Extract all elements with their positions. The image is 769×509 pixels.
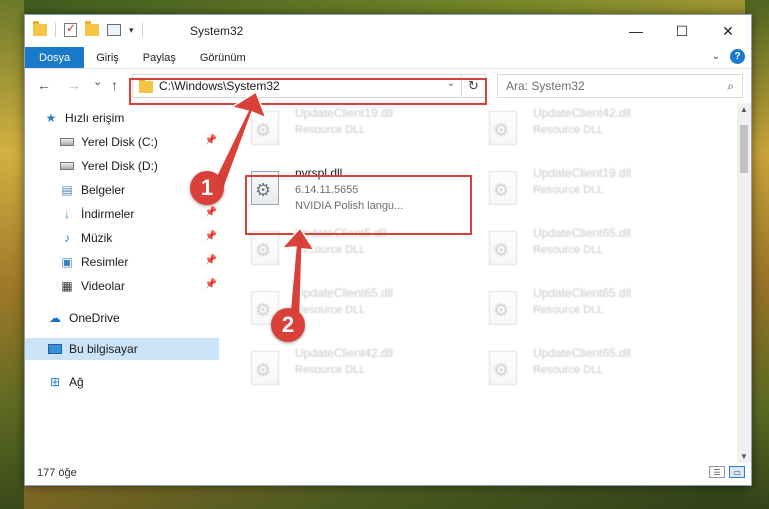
tab-view[interactable]: Görünüm: [188, 47, 258, 68]
pin-icon: 📌: [204, 231, 217, 242]
properties-check-icon[interactable]: [64, 21, 77, 37]
details-view-icon[interactable]: ☰: [709, 466, 725, 478]
sidebar-item-label: Belgeler: [81, 183, 126, 197]
pin-icon: 📌: [204, 207, 217, 218]
customize-toolbar-icon[interactable]: ▾: [129, 25, 134, 36]
sidebar-item-label: Resimler: [81, 255, 129, 269]
dll-file-icon: [489, 111, 519, 147]
file-item[interactable]: UpdateClient65.dll Resource DLL: [483, 223, 703, 279]
sidebar-item-disk-d[interactable]: Yerel Disk (D:): [59, 155, 219, 177]
sidebar-item-label: Yerel Disk (C:): [81, 135, 158, 149]
sidebar-item-videos[interactable]: ▦ Videolar 📌: [59, 275, 219, 297]
videos-icon: ▦: [61, 279, 73, 293]
search-icon[interactable]: ⌕: [727, 79, 734, 94]
sidebar-item-label: Videolar: [81, 279, 125, 293]
disk-icon: [59, 159, 75, 173]
window-title: System32: [190, 24, 244, 38]
title-bar: ▾ System32 — ☐ ✕: [25, 15, 751, 47]
folder-icon: [33, 21, 47, 36]
computer-icon: [47, 342, 63, 356]
pin-icon: 📌: [204, 279, 217, 290]
scroll-down-icon[interactable]: ▼: [740, 452, 748, 461]
help-icon[interactable]: ?: [730, 49, 745, 64]
expand-ribbon-icon[interactable]: ⌄: [712, 51, 720, 62]
search-input[interactable]: Ara: System32 ⌕: [497, 74, 743, 98]
sidebar-item-label: Yerel Disk (D:): [81, 159, 158, 173]
scroll-up-icon[interactable]: ▲: [740, 105, 748, 114]
pin-icon: 📌: [204, 255, 217, 266]
file-item[interactable]: UpdateClient42.dll Resource DLL: [483, 103, 703, 159]
dll-file-icon: [251, 231, 281, 267]
sidebar-item-label: İndirmeler: [81, 207, 135, 221]
up-arrow-icon[interactable]: ↑: [111, 77, 118, 93]
file-item[interactable]: UpdateClient42.dll Resource DLL: [245, 343, 465, 399]
sidebar-item-network[interactable]: ⊞ Ağ: [47, 371, 219, 393]
status-bar: 177 öğe ☰ ▭: [25, 461, 751, 485]
minimize-button[interactable]: —: [613, 15, 659, 47]
recent-locations-icon[interactable]: ⌄: [93, 75, 102, 88]
sidebar-item-quick-access[interactable]: ★ Hızlı erişim: [43, 107, 219, 129]
sidebar-item-label: Ağ: [69, 375, 84, 389]
network-icon: ⊞: [49, 375, 61, 389]
music-icon: ♪: [64, 231, 70, 245]
quick-access-toolbar: ▾: [33, 21, 143, 37]
tab-share[interactable]: Paylaş: [131, 47, 188, 68]
sidebar-item-label: Hızlı erişim: [65, 111, 125, 125]
file-item[interactable]: UpdateClient65.dll Resource DLL: [483, 283, 703, 339]
sidebar-item-disk-c[interactable]: Yerel Disk (C:) 📌: [59, 131, 219, 153]
navigation-pane: ★ Hızlı erişim Yerel Disk (C:) 📌 Yerel D…: [25, 103, 219, 463]
tab-home[interactable]: Giriş: [84, 47, 131, 68]
search-placeholder: Ara: System32: [506, 79, 585, 93]
sidebar-item-label: Bu bilgisayar: [69, 342, 138, 356]
vertical-scrollbar[interactable]: ▲ ▼: [737, 103, 751, 463]
back-arrow-icon[interactable]: ←: [37, 77, 51, 93]
disk-icon: [59, 135, 75, 149]
sidebar-item-this-pc[interactable]: Bu bilgisayar: [25, 338, 219, 360]
scrollbar-thumb[interactable]: [740, 125, 748, 173]
explorer-window: ▾ System32 — ☐ ✕ Dosya Giriş Paylaş Görü…: [24, 14, 752, 486]
dll-file-icon: [251, 111, 281, 147]
properties-icon[interactable]: [107, 24, 121, 36]
item-count: 177 öğe: [37, 467, 77, 479]
toolbar-divider: [55, 23, 56, 37]
maximize-button[interactable]: ☐: [659, 15, 705, 47]
sidebar-item-label: Müzik: [81, 231, 113, 245]
file-item[interactable]: UpdateClient19.dll Resource DLL: [245, 103, 465, 159]
file-list: UpdateClient19.dll Resource DLL UpdateCl…: [245, 103, 735, 463]
dll-file-icon: [489, 231, 519, 267]
sidebar-item-label: OneDrive: [69, 311, 120, 325]
file-highlight-box: [245, 175, 472, 235]
step-badge-2: 2: [271, 308, 305, 342]
sidebar-item-pictures[interactable]: ▣ Resimler 📌: [59, 251, 219, 273]
sidebar-item-onedrive[interactable]: ☁ OneDrive: [47, 307, 219, 329]
address-highlight-box: [129, 78, 487, 105]
new-folder-icon[interactable]: [85, 21, 99, 36]
sidebar-item-music[interactable]: ♪ Müzik 📌: [59, 227, 219, 249]
file-item[interactable]: UpdateClient19.dll Resource DLL: [483, 163, 703, 219]
ribbon-tabs: Dosya Giriş Paylaş Görünüm ⌄ ?: [25, 47, 751, 69]
dll-file-icon: [489, 351, 519, 387]
pin-icon: 📌: [204, 135, 217, 146]
pictures-icon: ▣: [61, 255, 73, 269]
downloads-icon: ↓: [64, 207, 70, 221]
toolbar-divider: [141, 23, 143, 37]
star-icon: ★: [45, 111, 57, 125]
sidebar-item-downloads[interactable]: ↓ İndirmeler 📌: [59, 203, 219, 225]
tab-file[interactable]: Dosya: [25, 47, 85, 68]
documents-icon: ▤: [61, 183, 73, 197]
dll-file-icon: [489, 291, 519, 327]
desktop-background-left: [0, 0, 24, 509]
dll-file-icon: [489, 171, 519, 207]
dll-file-icon: [251, 351, 281, 387]
step-badge-1: 1: [190, 171, 224, 205]
close-button[interactable]: ✕: [705, 15, 751, 47]
cloud-icon: ☁: [49, 311, 61, 325]
forward-arrow-icon[interactable]: →: [67, 77, 81, 93]
tiles-view-icon[interactable]: ▭: [729, 466, 745, 478]
file-item[interactable]: UpdateClient65.dll Resource DLL: [483, 343, 703, 399]
